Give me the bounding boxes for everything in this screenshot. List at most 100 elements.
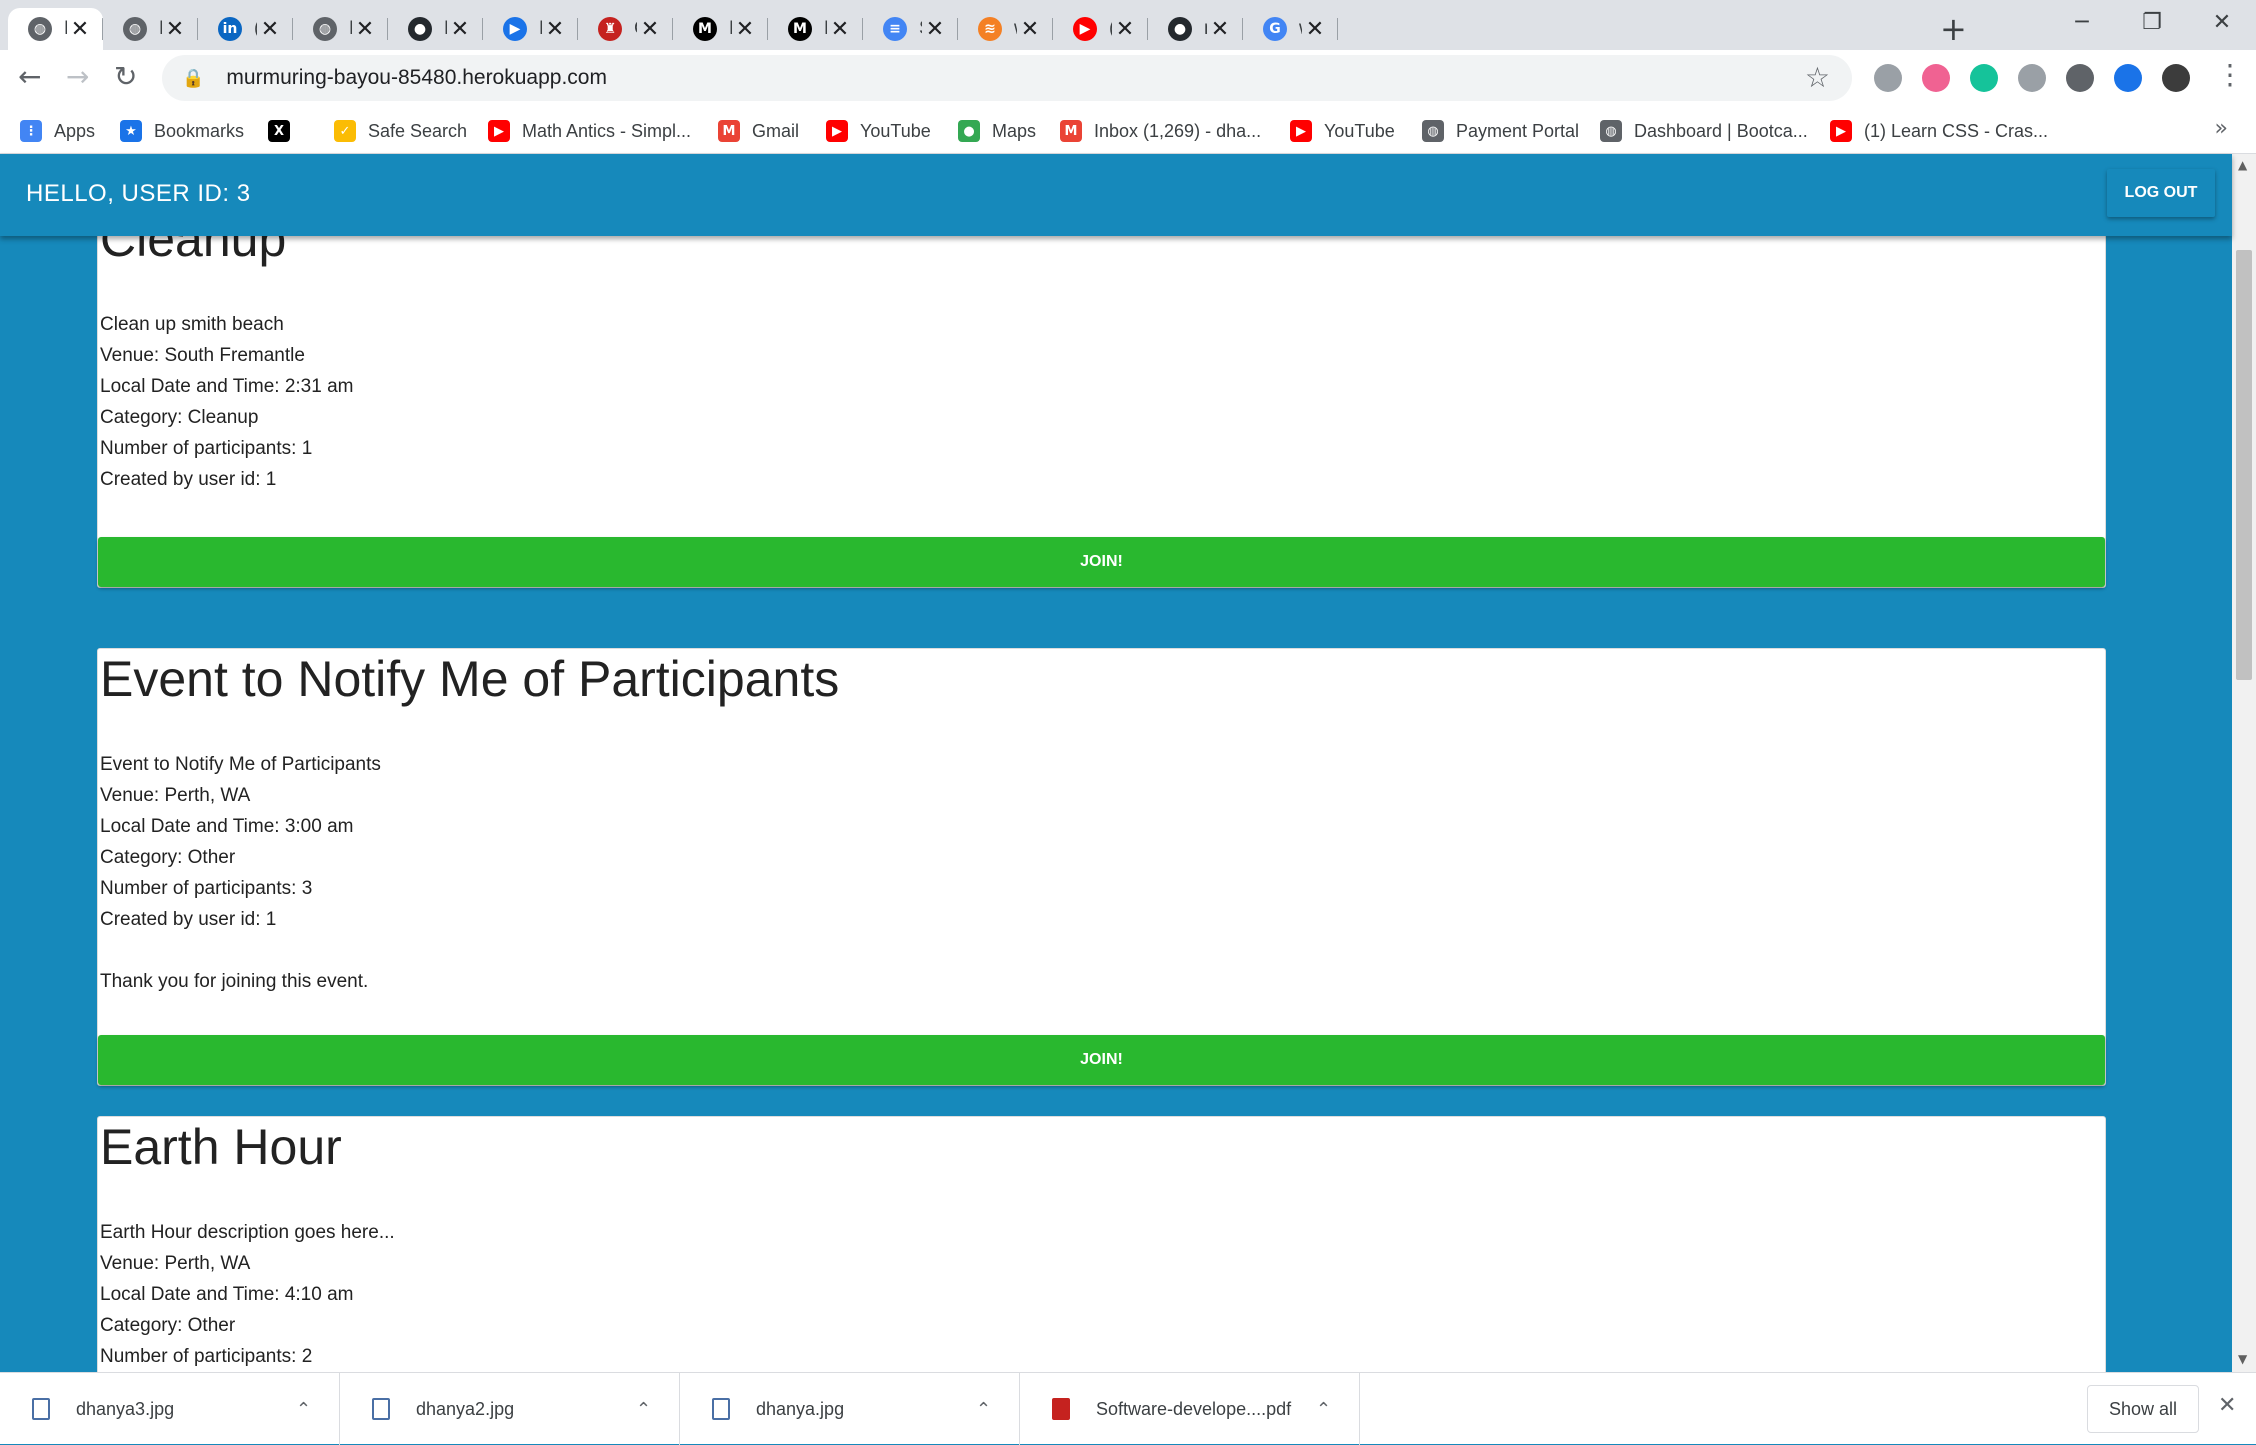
bookmark-item[interactable]: ▶ (1) Learn CSS - Cras... — [1830, 108, 2048, 154]
event-description: Earth Hour description goes here... — [100, 1222, 395, 1243]
show-all-downloads-button[interactable]: Show all — [2087, 1385, 2199, 1433]
browser-tab[interactable]: ▶(33) I✕ — [1053, 8, 1148, 50]
puzzle-icon[interactable] — [2066, 64, 2094, 92]
bookmark-item[interactable]: ▶ YouTube — [1290, 108, 1395, 154]
chevron-up-icon[interactable]: ⌃ — [636, 1399, 651, 1420]
avatar[interactable] — [2162, 64, 2190, 92]
cast-icon[interactable] — [2114, 64, 2142, 92]
join-button[interactable]: JOIN! — [98, 537, 2105, 587]
browser-tab[interactable]: ◍DHA✕ — [103, 8, 198, 50]
browser-tab[interactable]: ≋web✕ — [958, 8, 1053, 50]
reload-button[interactable]: ↻ — [114, 60, 137, 93]
browser-tab[interactable]: in(10) c✕ — [198, 8, 293, 50]
close-tab-icon[interactable]: ✕ — [67, 17, 93, 42]
grammarly-icon[interactable] — [1970, 64, 1998, 92]
browser-tab[interactable]: ≡Softv✕ — [863, 8, 958, 50]
browser-tab[interactable]: ●Portf✕ — [388, 8, 483, 50]
close-tab-icon[interactable]: ✕ — [1017, 17, 1043, 42]
event-creator: Created by user id: 1 — [100, 469, 277, 490]
event-title: Cleanup — [100, 236, 287, 267]
bookmark-item[interactable]: ▶ Math Antics - Simpl... — [488, 108, 691, 154]
gmail-icon: M — [1060, 120, 1082, 142]
restore-button[interactable]: ❐ — [2120, 4, 2184, 42]
close-tab-icon[interactable]: ✕ — [827, 17, 853, 42]
logout-button[interactable]: LOG OUT — [2107, 169, 2215, 217]
globe-icon: ◍ — [123, 17, 147, 41]
join-button[interactable]: JOIN! — [98, 1035, 2105, 1085]
close-tab-icon[interactable]: ✕ — [542, 17, 568, 42]
event-details: Clean up smith beach Venue: South Freman… — [100, 309, 2105, 495]
address-bar[interactable]: 🔒 murmuring-bayou-85480.herokuapp.com ☆ — [162, 55, 1852, 101]
page-scrollbar[interactable]: ▲ ▼ — [2232, 154, 2256, 1372]
browser-tab[interactable]: MDHA✕ — [768, 8, 863, 50]
bookmark-label: Math Antics - Simpl... — [522, 120, 692, 141]
bookmark-item[interactable]: ◍ Payment Portal — [1422, 108, 1579, 154]
stackoverflow-icon: ≋ — [978, 17, 1002, 41]
event-participants: Number of participants: 1 — [100, 438, 313, 459]
bookmark-item[interactable]: ✓ Safe Search — [334, 108, 467, 154]
close-tab-icon[interactable]: ✕ — [637, 17, 663, 42]
bookmark-item[interactable]: M Inbox (1,269) - dha... — [1060, 108, 1261, 154]
bookmarks-more-icon[interactable]: » — [2215, 116, 2228, 141]
bookmarks-bar: ⋮ Apps ★ Bookmarks X ✓ Safe Search ▶ Math Antics… — [0, 108, 2256, 154]
apps-grid-icon: ⋮ — [20, 120, 42, 142]
event-datetime: Local Date and Time: 3:00 am — [100, 816, 354, 837]
forward-button[interactable]: → — [66, 60, 89, 93]
bookmark-label: Apps — [54, 120, 96, 141]
bookmark-item[interactable]: ● Maps — [958, 108, 1036, 154]
new-tab-button[interactable]: + — [1940, 10, 1967, 48]
browser-tab[interactable]: ▶Prim✕ — [483, 8, 578, 50]
event-venue: Venue: South Fremantle — [100, 345, 305, 366]
extension-icon[interactable] — [2018, 64, 2046, 92]
event-details: Earth Hour description goes here... Venu… — [100, 1217, 2105, 1372]
extension-icon[interactable] — [1922, 64, 1950, 92]
download-item[interactable]: dhanya3.jpg ⌃ — [0, 1373, 340, 1445]
close-window-button[interactable]: ✕ — [2190, 4, 2254, 42]
browser-tab[interactable]: Gwhat✕ — [1243, 8, 1338, 50]
close-downloads-icon[interactable]: ✕ — [2218, 1393, 2236, 1418]
close-tab-icon[interactable]: ✕ — [732, 17, 758, 42]
globe-icon: ◍ — [28, 17, 52, 41]
back-button[interactable]: ← — [18, 60, 41, 93]
close-tab-icon[interactable]: ✕ — [1207, 17, 1233, 42]
browser-tab[interactable]: ●melp✕ — [1148, 8, 1243, 50]
lock-icon: 🔒 — [182, 67, 205, 88]
close-tab-icon[interactable]: ✕ — [922, 17, 948, 42]
scroll-up-arrow[interactable]: ▲ — [2238, 158, 2247, 172]
bookmark-item[interactable]: X — [268, 108, 302, 154]
download-item[interactable]: Software-develope....pdf ⌃ — [1020, 1373, 1360, 1445]
bookmark-item[interactable]: ⋮ Apps — [20, 108, 95, 154]
bookmark-item[interactable]: ▶ YouTube — [826, 108, 931, 154]
download-item[interactable]: dhanya.jpg ⌃ — [680, 1373, 1020, 1445]
extension-icon[interactable] — [1874, 64, 1902, 92]
scrollbar-thumb[interactable] — [2236, 250, 2252, 680]
scroll-down-arrow[interactable]: ▼ — [2238, 1352, 2247, 1366]
download-item[interactable]: dhanya2.jpg ⌃ — [340, 1373, 680, 1445]
minimize-button[interactable]: ─ — [2050, 4, 2114, 42]
close-tab-icon[interactable]: ✕ — [162, 17, 188, 42]
bookmark-label: Bookmarks — [154, 120, 245, 141]
chevron-up-icon[interactable]: ⌃ — [1316, 1399, 1331, 1420]
browser-tab[interactable]: ◍DHA✕ — [293, 8, 388, 50]
bookmark-star-icon[interactable]: ☆ — [1805, 61, 1830, 94]
close-tab-icon[interactable]: ✕ — [352, 17, 378, 42]
browser-tab[interactable]: ♜Cybe✕ — [578, 8, 673, 50]
menu-icon[interactable]: ⋮ — [2216, 58, 2244, 91]
maps-pin-icon: ● — [958, 120, 980, 142]
youtube-icon: ▶ — [826, 120, 848, 142]
browser-tab[interactable]: MDHA✕ — [673, 8, 768, 50]
close-tab-icon[interactable]: ✕ — [1112, 17, 1138, 42]
bookmark-item[interactable]: ★ Bookmarks — [120, 108, 244, 154]
bookmark-item[interactable]: M Gmail — [718, 108, 799, 154]
chevron-up-icon[interactable]: ⌃ — [976, 1399, 991, 1420]
bookmark-item[interactable]: ◍ Dashboard | Bootca... — [1600, 108, 1808, 154]
event-title: Event to Notify Me of Participants — [100, 651, 840, 707]
close-tab-icon[interactable]: ✕ — [447, 17, 473, 42]
browser-tab[interactable]: ◍EcoM✕ — [8, 8, 103, 50]
close-tab-icon[interactable]: ✕ — [1302, 17, 1328, 42]
globe-icon: ◍ — [1600, 120, 1622, 142]
url-text[interactable]: murmuring-bayou-85480.herokuapp.com — [226, 66, 607, 90]
chevron-up-icon[interactable]: ⌃ — [296, 1399, 311, 1420]
youtube-icon: ▶ — [1073, 17, 1097, 41]
close-tab-icon[interactable]: ✕ — [257, 17, 283, 42]
